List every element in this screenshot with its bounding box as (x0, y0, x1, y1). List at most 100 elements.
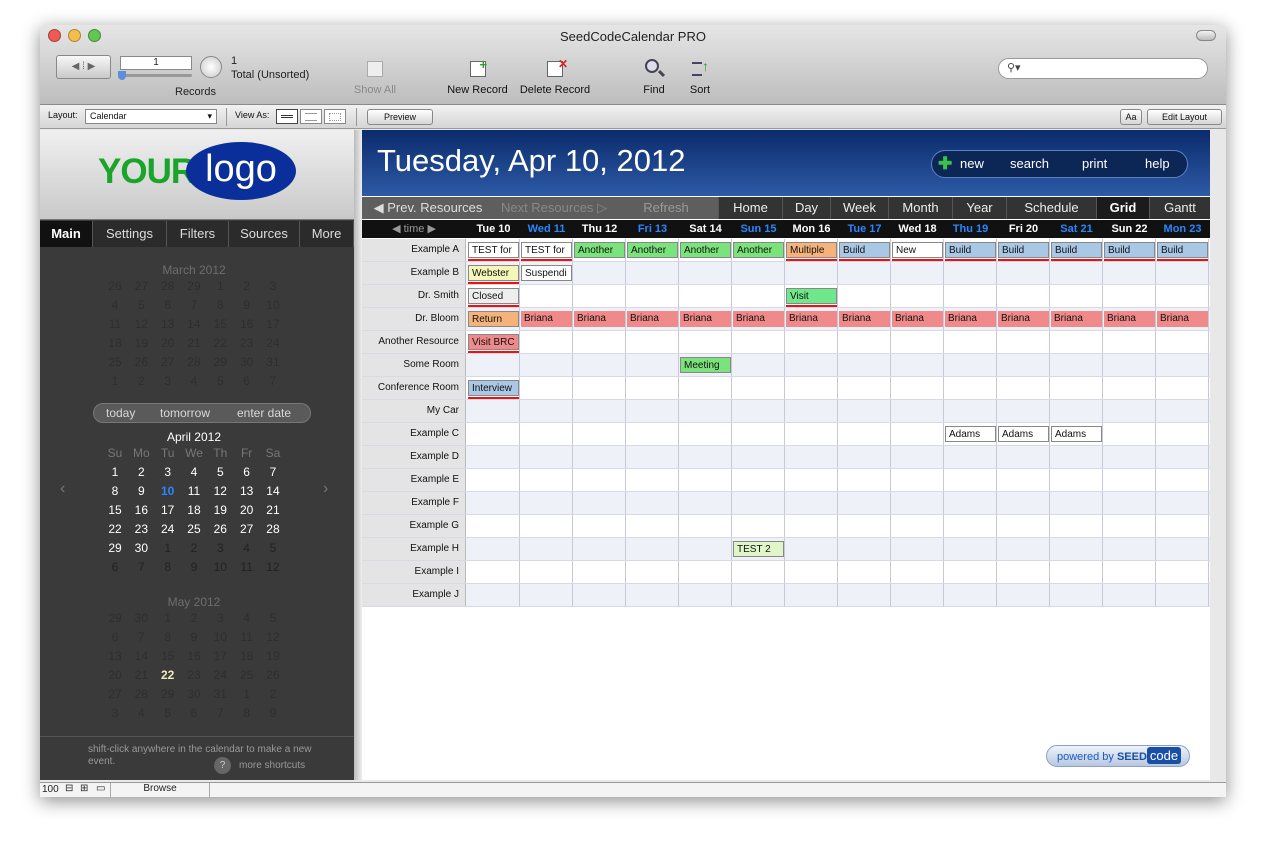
calendar-day[interactable]: 23 (131, 520, 151, 539)
grid-cell[interactable] (891, 446, 944, 468)
grid-cell[interactable] (573, 469, 626, 491)
grid-cell[interactable] (838, 377, 891, 399)
grid-cell[interactable] (1156, 354, 1209, 376)
event-block[interactable]: Multiple (786, 242, 837, 258)
grid-cell[interactable] (732, 377, 785, 399)
grid-cell[interactable] (1103, 354, 1156, 376)
grid-cell[interactable] (467, 584, 520, 606)
grid-cell[interactable] (1103, 538, 1156, 560)
grid-cell[interactable] (1156, 377, 1209, 399)
grid-cell[interactable] (1103, 515, 1156, 537)
grid-cell[interactable] (944, 377, 997, 399)
grid-cell[interactable] (467, 446, 520, 468)
grid-cell[interactable] (891, 584, 944, 606)
calendar-day[interactable]: 1 (158, 609, 178, 628)
grid-cell[interactable] (732, 262, 785, 284)
calendar-day[interactable]: 28 (158, 277, 178, 296)
grid-cell[interactable] (520, 285, 573, 307)
calendar-day[interactable]: 6 (237, 463, 257, 482)
grid-cell[interactable] (944, 492, 997, 514)
grid-cell[interactable] (732, 331, 785, 353)
sort-button[interactable]: ↑ Sort (680, 58, 720, 96)
grid-cell[interactable] (679, 515, 732, 537)
grid-cell[interactable] (573, 584, 626, 606)
today-button[interactable]: today (106, 404, 135, 422)
grid-cell[interactable] (520, 492, 573, 514)
grid-cell[interactable] (785, 331, 838, 353)
event-block[interactable]: Another (733, 242, 784, 258)
calendar-day[interactable]: 25 (105, 353, 125, 372)
grid-cell[interactable] (732, 492, 785, 514)
grid-cell[interactable] (732, 469, 785, 491)
next-month-arrow-icon[interactable]: › (323, 480, 328, 498)
grid-cell[interactable] (626, 492, 679, 514)
record-number-input[interactable]: 1 (120, 56, 192, 70)
sidebar-splitter[interactable] (354, 130, 362, 780)
grid-cell[interactable] (838, 354, 891, 376)
grid-cell[interactable] (944, 469, 997, 491)
grid-cell[interactable] (732, 285, 785, 307)
grid-cell[interactable] (944, 446, 997, 468)
calendar-day[interactable]: 16 (184, 647, 204, 666)
grid-cell[interactable] (732, 561, 785, 583)
calendar-day[interactable]: 4 (237, 539, 257, 558)
calendar-day[interactable]: 12 (131, 315, 151, 334)
zoom-in-icon[interactable]: ⊞ (80, 783, 88, 794)
grid-cell[interactable] (944, 538, 997, 560)
grid-cell[interactable] (785, 354, 838, 376)
day-header[interactable]: Thu 12 (573, 220, 626, 238)
event-block[interactable]: Briana (786, 311, 837, 327)
list-view-button[interactable] (300, 109, 322, 124)
grid-cell[interactable] (997, 584, 1050, 606)
grid-cell[interactable] (891, 331, 944, 353)
status-toolbar-icon[interactable]: ▭ (96, 783, 105, 794)
grid-cell[interactable] (785, 561, 838, 583)
grid-cell[interactable] (785, 446, 838, 468)
calendar-day[interactable]: 19 (263, 647, 283, 666)
calendar-day[interactable]: 21 (263, 501, 283, 520)
view-day[interactable]: Day (782, 197, 830, 219)
calendar-day[interactable]: 12 (263, 628, 283, 647)
grid-cell[interactable] (573, 492, 626, 514)
view-home[interactable]: Home (718, 197, 782, 219)
day-header[interactable]: Thu 19 (944, 220, 997, 238)
grid-cell[interactable] (626, 354, 679, 376)
grid-cell[interactable] (679, 469, 732, 491)
calendar-day[interactable]: 19 (210, 501, 230, 520)
calendar-day[interactable]: 3 (105, 704, 125, 723)
grid-cell[interactable] (679, 262, 732, 284)
event-block[interactable]: New (892, 242, 943, 258)
grid-cell[interactable] (1050, 492, 1103, 514)
resource-label[interactable]: Example G (362, 515, 466, 537)
event-block[interactable]: Briana (945, 311, 996, 327)
grid-cell[interactable] (891, 377, 944, 399)
calendar-day[interactable]: 13 (237, 482, 257, 501)
record-navigator[interactable]: ◀ ⁞ ▶ (56, 55, 111, 79)
grid-cell[interactable] (891, 262, 944, 284)
grid-cell[interactable] (467, 423, 520, 445)
text-format-button[interactable]: Aa (1120, 109, 1142, 125)
calendar-day[interactable]: 10 (210, 558, 230, 577)
calendar-day[interactable]: 9 (131, 482, 151, 501)
grid-cell[interactable] (1050, 561, 1103, 583)
grid-cell[interactable] (944, 262, 997, 284)
grid-cell[interactable] (732, 584, 785, 606)
calendar-day[interactable]: 2 (184, 609, 204, 628)
calendar-day[interactable]: 18 (237, 647, 257, 666)
grid-cell[interactable] (997, 492, 1050, 514)
calendar-day[interactable]: 18 (184, 501, 204, 520)
grid-cell[interactable] (1050, 377, 1103, 399)
grid-cell[interactable] (785, 492, 838, 514)
grid-cell[interactable] (891, 538, 944, 560)
resource-label[interactable]: Some Room (362, 354, 466, 376)
day-header[interactable]: Mon 16 (785, 220, 838, 238)
event-block[interactable]: Webster (468, 265, 519, 281)
calendar-day[interactable]: 27 (237, 520, 257, 539)
view-grid[interactable]: Grid (1096, 197, 1149, 219)
day-header[interactable]: Fri 13 (626, 220, 679, 238)
resource-label[interactable]: Example B (362, 262, 466, 284)
grid-cell[interactable] (573, 285, 626, 307)
grid-cell[interactable] (944, 561, 997, 583)
grid-cell[interactable] (520, 469, 573, 491)
grid-cell[interactable] (1050, 262, 1103, 284)
